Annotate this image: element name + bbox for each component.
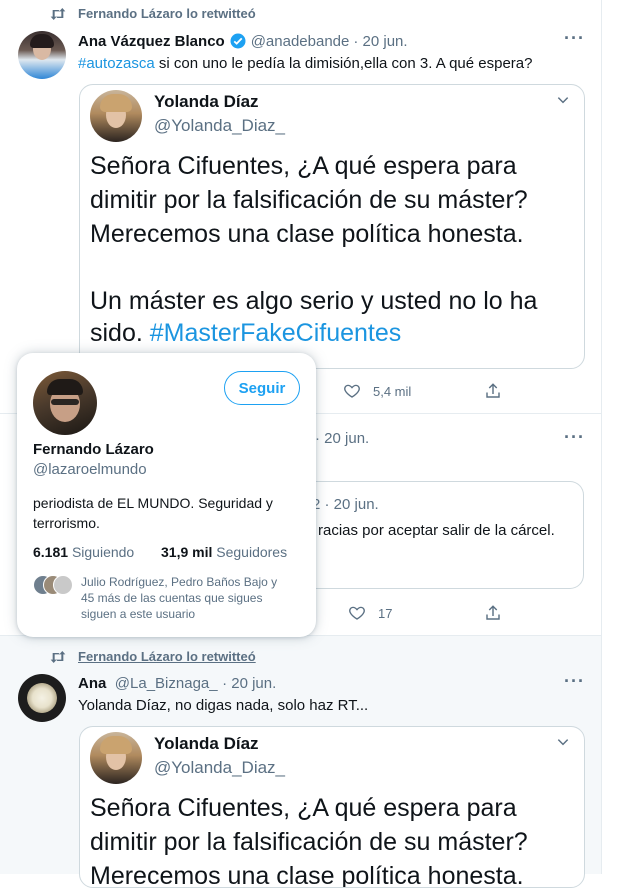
mutuals-line: Julio Rodríguez, Pedro Baños Bajo y bbox=[81, 575, 278, 589]
like-count: 17 bbox=[378, 605, 393, 621]
retweet-icon bbox=[50, 7, 66, 20]
follow-button[interactable]: Seguir bbox=[224, 371, 300, 405]
following-label: Siguiendo bbox=[71, 544, 135, 560]
quoted-text-line: dimitir por la falsificación de su máste… bbox=[90, 186, 528, 214]
following-count: 6.181 bbox=[33, 544, 69, 560]
hovercard-avatar[interactable] bbox=[33, 371, 97, 435]
tweet-date[interactable]: · 20 jun. bbox=[315, 430, 369, 447]
more-options-icon[interactable]: ··· bbox=[564, 28, 585, 49]
mutuals-line: 45 más de las cuentas que sigues bbox=[81, 591, 263, 605]
share-icon[interactable] bbox=[484, 604, 502, 622]
chevron-down-icon[interactable] bbox=[556, 93, 570, 107]
quoted-avatar bbox=[90, 90, 142, 142]
avatar[interactable] bbox=[18, 31, 66, 79]
tweet[interactable]: Fernando Lázaro lo retwitteó Ana @La_Biz… bbox=[0, 636, 601, 888]
chevron-down-icon[interactable] bbox=[556, 735, 570, 749]
followers-label: Seguidores bbox=[216, 544, 288, 560]
hovercard-bio: periodista de EL MUNDO. Seguridad y terr… bbox=[33, 493, 273, 533]
heart-icon[interactable] bbox=[343, 382, 361, 400]
retweet-label[interactable]: Fernando Lázaro lo retwitteó bbox=[78, 6, 256, 21]
tweet-text: Yolanda Díaz, no digas nada, solo haz RT… bbox=[78, 697, 369, 714]
share-icon[interactable] bbox=[484, 382, 502, 400]
hovercard-handle[interactable]: @lazaroelmundo bbox=[33, 461, 147, 478]
quoted-handle: @Yolanda_Diaz_ bbox=[154, 116, 286, 135]
heart-icon[interactable] bbox=[348, 604, 366, 622]
quoted-author: Yolanda Díaz bbox=[154, 734, 259, 753]
mutuals-text[interactable]: Julio Rodríguez, Pedro Baños Bajo y 45 m… bbox=[81, 574, 277, 622]
mutual-avatars[interactable] bbox=[33, 575, 73, 595]
retweet-indicator: Fernando Lázaro lo retwitteó bbox=[50, 649, 256, 664]
tweet[interactable]: Fernando Lázaro lo retwitteó Ana Vázquez… bbox=[0, 0, 601, 414]
quoted-text-line: Un máster es algo serio y usted no lo ha bbox=[90, 287, 538, 315]
hovercard-name[interactable]: Fernando Lázaro bbox=[33, 441, 154, 458]
hashtag-link[interactable]: #autozasca bbox=[78, 55, 155, 72]
like-action[interactable]: 5,4 mil bbox=[343, 382, 411, 400]
quoted-text-line: Señora Cifuentes, ¿A qué espera para bbox=[90, 152, 517, 180]
quoted-text-fragment: sido. bbox=[90, 319, 150, 347]
quoted-date: 2 · 20 jun. bbox=[312, 496, 379, 513]
like-count: 5,4 mil bbox=[373, 383, 412, 399]
avatar[interactable] bbox=[18, 674, 66, 722]
quoted-text: racias por aceptar salir de la cárcel. bbox=[318, 522, 555, 539]
quoted-avatar bbox=[90, 732, 142, 784]
like-action[interactable]: 17 bbox=[348, 604, 392, 622]
quoted-tweet[interactable]: Yolanda Díaz @Yolanda_Diaz_ Señora Cifue… bbox=[79, 726, 585, 888]
verified-badge-icon bbox=[230, 33, 246, 49]
profile-hovercard[interactable]: Seguir Fernando Lázaro @lazaroelmundo pe… bbox=[17, 353, 316, 637]
quoted-text-line: dimitir por la falsificación de su máste… bbox=[90, 828, 528, 856]
quoted-text-line: Merecemos una clase política honesta. bbox=[90, 220, 524, 248]
author-name[interactable]: Ana Vázquez Blanco bbox=[78, 33, 225, 50]
followers-stat[interactable]: 31,9 mil Seguidores bbox=[161, 544, 287, 560]
mutuals-line: siguen a este usuario bbox=[81, 607, 196, 621]
quoted-text-line: sido. #MasterFakeCifuentes bbox=[90, 316, 401, 350]
bio-line: terrorismo. bbox=[33, 515, 100, 531]
retweet-indicator: Fernando Lázaro lo retwitteó bbox=[50, 6, 256, 21]
retweet-label[interactable]: Fernando Lázaro lo retwitteó bbox=[78, 649, 256, 664]
more-options-icon[interactable]: ··· bbox=[564, 427, 585, 448]
author-name[interactable]: Ana bbox=[78, 675, 106, 692]
author-handle[interactable]: @La_Biznaga_ bbox=[115, 675, 218, 692]
author-handle[interactable]: @anadebande bbox=[251, 33, 350, 50]
quoted-handle: @Yolanda_Diaz_ bbox=[154, 758, 286, 777]
bio-line: periodista de EL MUNDO. Seguridad y bbox=[33, 495, 273, 511]
mutual-avatar bbox=[53, 575, 73, 595]
followers-count: 31,9 mil bbox=[161, 544, 213, 560]
quoted-text-line: Señora Cifuentes, ¿A qué espera para bbox=[90, 794, 517, 822]
quoted-tweet[interactable]: 2 · 20 jun. racias por aceptar salir de … bbox=[300, 481, 584, 589]
tweet-date[interactable]: · 20 jun. bbox=[353, 33, 407, 50]
quoted-tweet[interactable]: Yolanda Díaz @Yolanda_Diaz_ Señora Cifue… bbox=[79, 84, 585, 369]
more-options-icon[interactable]: ··· bbox=[564, 671, 585, 692]
retweet-icon bbox=[50, 650, 66, 663]
quoted-hashtag-link[interactable]: #MasterFakeCifuentes bbox=[150, 319, 402, 347]
tweet-date[interactable]: · 20 jun. bbox=[222, 675, 276, 692]
tweet-text: si con uno le pedía la dimisión,ella con… bbox=[154, 55, 533, 72]
quoted-author: Yolanda Díaz bbox=[154, 92, 259, 111]
following-stat[interactable]: 6.181 Siguiendo bbox=[33, 544, 134, 560]
